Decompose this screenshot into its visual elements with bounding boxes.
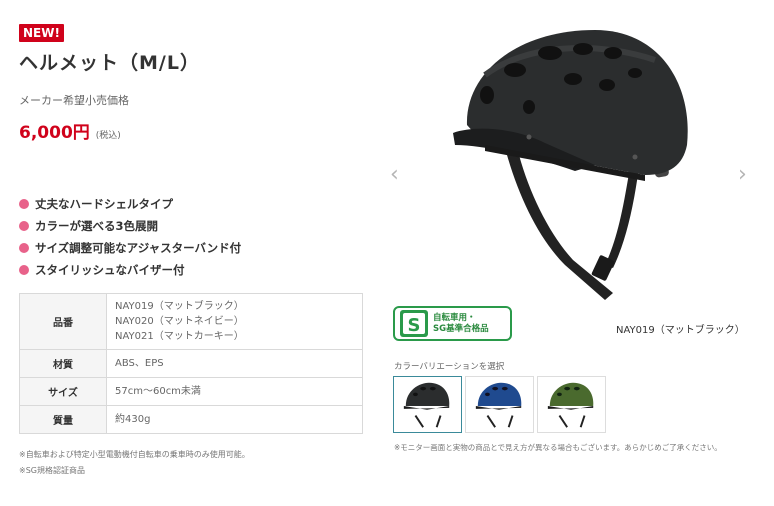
table-row: 材質 ABS、EPS [19, 349, 363, 378]
feature-text: サイズ調整可能なアジャスターバンド付 [35, 241, 242, 255]
sg-text-line1: 自転車用・ [433, 312, 476, 323]
product-title: ヘルメット（M/L） [19, 52, 200, 74]
next-arrow-icon[interactable]: › [738, 164, 747, 186]
product-info: NEW! ヘルメット（M/L） メーカー希望小売価格 6,000円 (税込) 丈… [19, 22, 365, 281]
bullet-icon [19, 265, 29, 275]
feature-text: スタイリッシュなバイザー付 [35, 263, 185, 277]
sg-text: 自転車用・ SG基準合格品 [433, 313, 489, 335]
feature-item: カラーが選べる3色展開 [19, 215, 365, 237]
bullet-icon [19, 221, 29, 231]
color-thumb-khaki[interactable] [537, 376, 606, 433]
helmet-thumb-khaki [547, 382, 594, 428]
price-label: メーカー希望小売価格 [19, 94, 129, 107]
helmet-thumb-navy [475, 382, 522, 428]
feature-item: 丈夫なハードシェルタイプ [19, 193, 365, 215]
feature-item: サイズ調整可能なアジャスターバンド付 [19, 237, 365, 259]
sg-certification-badge: S 自転車用・ SG基準合格品 [393, 306, 512, 341]
spec-label: 材質 [19, 349, 107, 378]
price-row: 6,000円 (税込) [19, 118, 365, 143]
color-thumb-navy[interactable] [465, 376, 534, 433]
new-badge: NEW! [19, 24, 64, 42]
prev-arrow-icon[interactable]: ‹ [390, 164, 399, 186]
helmet-thumb-black [403, 382, 450, 428]
table-row: 質量 約430g [19, 405, 363, 434]
color-thumb-black[interactable] [393, 376, 462, 433]
part-number: NAY020（マットネイビー） [115, 316, 244, 327]
image-caption: NAY019（マットブラック） [616, 325, 745, 336]
sg-note: ※SG規格認証商品 [19, 466, 85, 475]
bullet-icon [19, 199, 29, 209]
bullet-icon [19, 243, 29, 253]
table-row: サイズ 57cm〜60cm未満 [19, 377, 363, 406]
spec-table: 品番 NAY019（マットブラック） NAY020（マットネイビー） NAY02… [19, 293, 363, 434]
sg-text-line2: SG基準合格品 [433, 323, 489, 334]
helmet-main-image [453, 30, 688, 300]
spec-value: ABS、EPS [106, 349, 363, 378]
spec-value: 57cm〜60cm未満 [106, 377, 363, 406]
color-variation-label: カラーバリエーションを選択 [394, 362, 505, 372]
sg-logo-icon: S [400, 310, 428, 337]
part-number: NAY021（マットカーキー） [115, 331, 244, 342]
price-value: 6,000円 [19, 123, 90, 143]
feature-list: 丈夫なハードシェルタイプ カラーが選べる3色展開 サイズ調整可能なアジャスターバ… [19, 193, 365, 281]
spec-value: NAY019（マットブラック） NAY020（マットネイビー） NAY021（マ… [106, 293, 363, 350]
spec-value: 約430g [106, 405, 363, 434]
part-number: NAY019（マットブラック） [115, 301, 244, 312]
feature-text: カラーが選べる3色展開 [35, 219, 159, 233]
usage-note: ※自転車および特定小型電動機付自転車の乗車時のみ使用可能。 [19, 450, 250, 459]
tax-note: (税込) [95, 131, 121, 141]
monitor-note: ※モニター画面と実物の商品とで見え方が異なる場合もございます。あらかじめご了承く… [394, 443, 722, 452]
feature-text: 丈夫なハードシェルタイプ [35, 197, 173, 211]
spec-label: サイズ [19, 377, 107, 406]
spec-label: 品番 [19, 293, 107, 350]
sg-logo-letter: S [408, 315, 421, 336]
spec-label: 質量 [19, 405, 107, 434]
table-row: 品番 NAY019（マットブラック） NAY020（マットネイビー） NAY02… [19, 293, 363, 350]
feature-item: スタイリッシュなバイザー付 [19, 259, 365, 281]
